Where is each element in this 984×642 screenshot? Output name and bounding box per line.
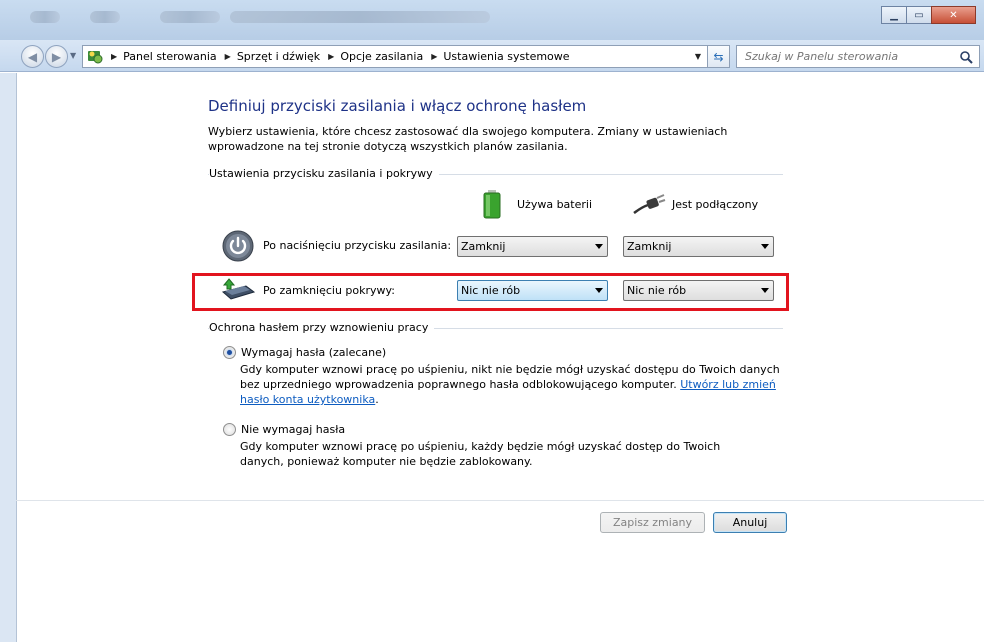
password-group-title: Ochrona hasłem przy wznowieniu pracy: [209, 321, 435, 334]
forward-button[interactable]: ▶: [45, 45, 68, 68]
chevron-right-icon: ▶: [111, 52, 118, 61]
recent-pages-dropdown[interactable]: ▼: [70, 51, 76, 60]
require-password-desc-line2: bez uprzedniego wprowadzenia poprawnego …: [240, 378, 776, 406]
refresh-icon: ⇆: [713, 49, 724, 64]
require-password-label[interactable]: Wymagaj hasła (zalecane): [241, 346, 386, 359]
window-title-bar: ▁ ▭ ✕: [0, 0, 984, 40]
address-history-dropdown[interactable]: ▼: [695, 52, 701, 61]
content-area: [16, 73, 984, 642]
power-button-row-label: Po naciśnięciu przycisku zasilania:: [263, 239, 452, 252]
require-password-radio[interactable]: [223, 346, 236, 359]
address-bar[interactable]: ▶ Panel sterowania ▶ Sprzęt i dźwięk ▶ O…: [82, 45, 708, 68]
chevron-right-icon[interactable]: ▶: [431, 52, 437, 61]
save-changes-button[interactable]: Zapisz zmiany: [600, 512, 705, 533]
require-password-option[interactable]: Wymagaj hasła (zalecane): [223, 346, 386, 359]
breadcrumb-hardware-sound[interactable]: Sprzęt i dźwięk: [237, 50, 320, 63]
blurred-title-element: [230, 11, 490, 23]
window-left-frame: [0, 73, 16, 642]
breadcrumb-power-options[interactable]: Opcje zasilania: [340, 50, 423, 63]
power-settings-group-title: Ustawienia przycisku zasilania i pokrywy: [209, 167, 439, 180]
require-password-description: Gdy komputer wznowi pracę po uśpieniu, n…: [240, 362, 780, 407]
arrow-right-icon: ▶: [51, 49, 62, 64]
chevron-right-icon[interactable]: ▶: [225, 52, 231, 61]
plugged-column-header: Jest podłączony: [632, 193, 758, 215]
search-box[interactable]: [736, 45, 980, 68]
no-password-label[interactable]: Nie wymagaj hasła: [241, 423, 345, 436]
require-password-desc-text: bez uprzedniego wprowadzenia poprawnego …: [240, 378, 677, 391]
battery-column-label: Używa baterii: [517, 197, 593, 211]
navigation-bar: ◀ ▶ ▼ ▶ Panel sterowania ▶ Sprzęt i dźwi…: [0, 40, 984, 72]
breadcrumb-control-panel[interactable]: Panel sterowania: [123, 50, 217, 63]
search-input[interactable]: [745, 50, 945, 63]
cancel-button[interactable]: Anuluj: [713, 512, 787, 533]
window-controls: ▁ ▭ ✕: [881, 6, 976, 24]
power-plug-icon: [633, 194, 666, 215]
power-button-plugged-select[interactable]: Zamknij: [623, 236, 774, 257]
power-button-icon: [222, 230, 254, 262]
page-title: Definiuj przyciski zasilania i włącz och…: [208, 97, 587, 115]
battery-icon: [483, 190, 501, 219]
minimize-button[interactable]: ▁: [881, 6, 907, 24]
control-panel-icon: [88, 50, 103, 63]
plugged-column-label: Jest podłączony: [672, 197, 759, 211]
highlight-annotation-box: [192, 273, 789, 311]
power-button-battery-select[interactable]: Zamknij: [457, 236, 608, 257]
page-intro: Wybierz ustawienia, które chcesz zastoso…: [208, 125, 728, 153]
maximize-button[interactable]: ▭: [906, 6, 932, 24]
blurred-title-element: [160, 11, 220, 23]
require-password-desc-line: Gdy komputer wznowi pracę po uśpieniu, n…: [240, 363, 780, 376]
arrow-left-icon: ◀: [27, 49, 38, 64]
breadcrumb-system-settings[interactable]: Ustawienia systemowe: [443, 50, 569, 63]
battery-column-header: Używa baterii: [481, 189, 592, 219]
chevron-right-icon[interactable]: ▶: [328, 52, 334, 61]
close-button[interactable]: ✕: [931, 6, 976, 24]
no-password-option[interactable]: Nie wymagaj hasła: [223, 423, 345, 436]
no-password-description: Gdy komputer wznowi pracę po uśpieniu, k…: [240, 440, 721, 468]
no-password-radio[interactable]: [223, 423, 236, 436]
refresh-button[interactable]: ⇆: [707, 45, 730, 68]
blurred-title-element: [90, 11, 120, 23]
footer-divider: [16, 500, 984, 501]
back-button[interactable]: ◀: [21, 45, 44, 68]
search-icon[interactable]: [959, 50, 973, 64]
blurred-title-element: [30, 11, 60, 23]
